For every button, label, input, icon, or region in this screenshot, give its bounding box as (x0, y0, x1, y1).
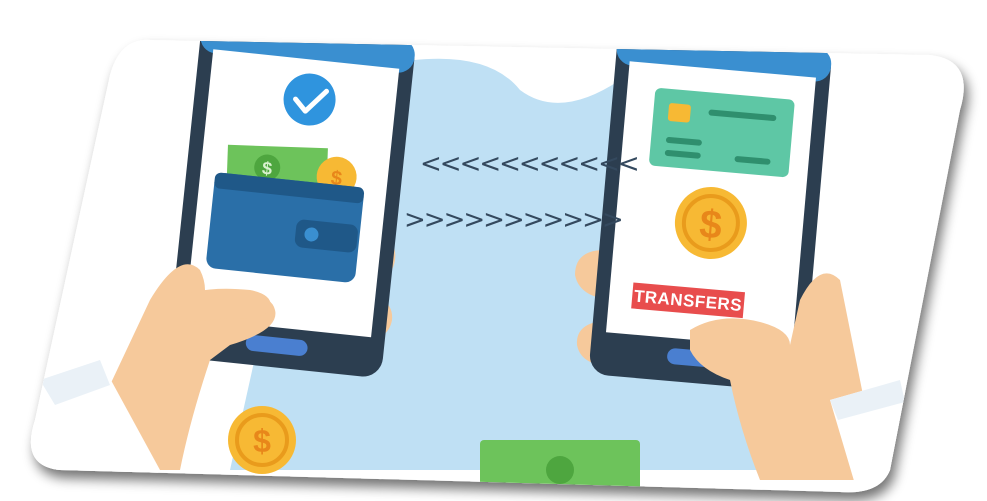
outgoing-arrows: >>>>>>>>>>> (404, 205, 622, 235)
wallet-icon (206, 172, 365, 283)
svg-text:$: $ (698, 202, 724, 248)
svg-text:$: $ (253, 423, 271, 459)
credit-card-icon (649, 88, 795, 178)
svg-text:$: $ (261, 158, 273, 179)
bottom-coin-icon: $ (228, 406, 296, 474)
money-transfer-illustration: $ $ $ $ TRANSFERS <<<<<<<<<<< >>>>>>>>>>… (30, 39, 964, 493)
incoming-arrows: <<<<<<<<<<< (420, 149, 638, 179)
